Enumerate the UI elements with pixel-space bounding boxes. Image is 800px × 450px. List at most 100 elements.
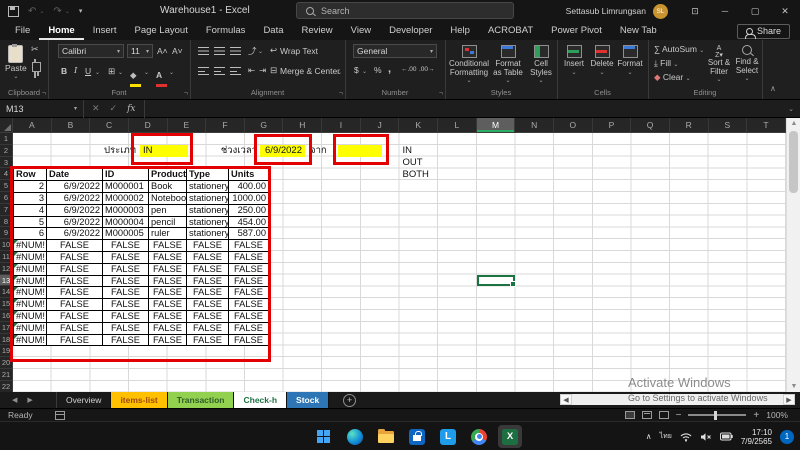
option-cell-out[interactable]: OUT xyxy=(400,157,438,169)
option-cell-both[interactable]: BOTH xyxy=(400,169,438,181)
select-all-corner[interactable] xyxy=(0,118,13,133)
zoom-out-button[interactable]: − xyxy=(676,410,682,421)
selected-cell[interactable] xyxy=(477,275,516,287)
user-name[interactable]: Settasub Limrungsan xyxy=(566,6,646,16)
prev-sheet-icon[interactable]: ◀ xyxy=(12,396,17,404)
percent-style-icon[interactable]: % xyxy=(374,65,382,75)
menu-tab-acrobat[interactable]: ACROBAT xyxy=(479,22,542,40)
clear-button[interactable]: ◆ Clear ⌄ xyxy=(654,72,691,83)
underline-button[interactable]: U xyxy=(85,66,91,76)
search-input[interactable]: Search xyxy=(296,2,514,19)
bold-button[interactable]: B xyxy=(61,66,67,76)
font-dialog-launcher[interactable]: ⌐ xyxy=(184,90,188,97)
sheet-tab-check-h[interactable]: Check-h xyxy=(234,392,287,408)
menu-tab-review[interactable]: Review xyxy=(293,22,342,40)
align-left-icon[interactable] xyxy=(198,67,209,75)
font-color-icon[interactable]: A xyxy=(156,65,167,87)
menu-tab-home[interactable]: Home xyxy=(39,22,83,40)
save-icon[interactable] xyxy=(8,6,19,17)
insert-function-icon[interactable]: fx xyxy=(127,104,135,114)
language-indicator[interactable]: ไทย xyxy=(660,433,672,440)
scroll-up-icon[interactable]: ▲ xyxy=(787,118,800,129)
excel-app-button[interactable]: X xyxy=(498,425,522,448)
orientation-icon[interactable]: ⤴ xyxy=(248,45,257,57)
increase-indent-icon[interactable]: ⇥ xyxy=(259,65,266,76)
page-break-view-icon[interactable] xyxy=(659,411,669,419)
scroll-left-icon[interactable]: ◀ xyxy=(560,394,572,405)
wifi-icon[interactable] xyxy=(680,432,692,442)
column-header-N[interactable]: N xyxy=(515,118,554,132)
option-cell-in[interactable]: IN xyxy=(400,145,438,157)
clock[interactable]: 17:10 7/9/2565 xyxy=(741,428,772,446)
sort-filter-button[interactable]: AZ▾ Sort & Filter⌄ xyxy=(706,45,732,85)
notification-badge[interactable]: 1 xyxy=(780,430,794,444)
column-header-O[interactable]: O xyxy=(554,118,593,132)
zoom-in-button[interactable]: + xyxy=(753,410,759,421)
increase-decimal-icon[interactable]: ←.00 xyxy=(401,66,417,73)
format-as-table-button[interactable]: Format as Table⌄ xyxy=(491,45,525,86)
sheet-tab-transaction[interactable]: Transaction xyxy=(168,392,235,408)
menu-tab-help[interactable]: Help xyxy=(441,22,479,40)
column-header-H[interactable]: H xyxy=(283,118,322,132)
normal-view-icon[interactable] xyxy=(625,411,635,419)
alignment-dialog-launcher[interactable]: ⌐ xyxy=(339,90,343,97)
file-explorer-button[interactable] xyxy=(374,425,398,448)
font-family-select[interactable]: Calibri▾ xyxy=(58,44,124,58)
column-header-P[interactable]: P xyxy=(593,118,632,132)
align-top-icon[interactable] xyxy=(198,47,209,55)
decrease-decimal-icon[interactable]: .00→ xyxy=(419,66,435,73)
merge-center-icon[interactable]: ⊟ xyxy=(270,65,277,76)
find-select-button[interactable]: Find & Select⌄ xyxy=(734,45,760,84)
column-header-E[interactable]: E xyxy=(168,118,207,132)
fill-button[interactable]: ⤓ Fill ⌄ xyxy=(654,58,678,69)
name-box[interactable]: M13▾ xyxy=(0,100,84,118)
clipboard-dialog-launcher[interactable]: ⌐ xyxy=(42,90,46,97)
battery-icon[interactable] xyxy=(720,432,733,441)
decrease-font-icon[interactable]: A˅ xyxy=(172,46,183,56)
zoom-slider-thumb[interactable] xyxy=(714,411,717,420)
column-header-C[interactable]: C xyxy=(90,118,129,132)
align-right-icon[interactable] xyxy=(230,67,241,75)
column-header-K[interactable]: K xyxy=(399,118,438,132)
ribbon-options-icon[interactable]: ⊡ xyxy=(680,0,710,22)
insert-cells-button[interactable]: Insert⌄ xyxy=(561,45,587,77)
delete-cells-button[interactable]: Delete⌄ xyxy=(589,45,615,77)
column-header-L[interactable]: L xyxy=(438,118,477,132)
column-header-I[interactable]: I xyxy=(322,118,361,132)
next-sheet-icon[interactable]: ▶ xyxy=(27,396,32,404)
comma-style-icon[interactable]: , xyxy=(388,63,391,75)
maximize-button[interactable]: ▢ xyxy=(740,0,770,22)
minimize-button[interactable]: ─ xyxy=(710,0,740,22)
wrap-text-button[interactable]: Wrap Text xyxy=(280,46,318,56)
row-header-21[interactable]: 21 xyxy=(0,369,12,381)
menu-tab-view[interactable]: View xyxy=(342,22,380,40)
new-sheet-button[interactable]: + xyxy=(343,394,356,407)
store-app-button[interactable] xyxy=(405,425,429,448)
increase-font-icon[interactable]: A˄ xyxy=(157,46,168,56)
row-header-1[interactable]: 1 xyxy=(0,133,12,145)
column-header-B[interactable]: B xyxy=(52,118,91,132)
menu-tab-page-layout[interactable]: Page Layout xyxy=(125,22,196,40)
menu-tab-insert[interactable]: Insert xyxy=(84,22,126,40)
sheet-tab-items-list[interactable]: items-list xyxy=(111,392,167,408)
align-middle-icon[interactable] xyxy=(214,47,225,55)
zoom-level[interactable]: 100% xyxy=(766,410,788,420)
menu-tab-file[interactable]: File xyxy=(6,22,39,40)
column-header-M[interactable]: M xyxy=(477,118,516,132)
cut-icon[interactable]: ✂ xyxy=(31,44,39,55)
vertical-scroll-thumb[interactable] xyxy=(789,131,798,193)
number-format-select[interactable]: General▾ xyxy=(353,44,437,58)
column-header-F[interactable]: F xyxy=(206,118,245,132)
cancel-entry-icon[interactable]: ✕ xyxy=(92,103,100,114)
zoom-slider[interactable] xyxy=(688,414,746,416)
column-header-Q[interactable]: Q xyxy=(631,118,670,132)
edge-app-button[interactable] xyxy=(343,425,367,448)
share-button[interactable]: Share xyxy=(737,24,790,39)
menu-tab-formulas[interactable]: Formulas xyxy=(197,22,255,40)
paste-button[interactable]: Paste⌄ xyxy=(5,45,27,80)
hidden-icons-chevron[interactable]: ∧ xyxy=(646,432,652,441)
menu-tab-new-tab[interactable]: New Tab xyxy=(611,22,666,40)
sheet-tab-stock[interactable]: Stock xyxy=(287,392,329,408)
borders-icon[interactable]: ⊞ xyxy=(108,66,115,77)
undo-icon[interactable]: ↶ xyxy=(28,6,36,17)
